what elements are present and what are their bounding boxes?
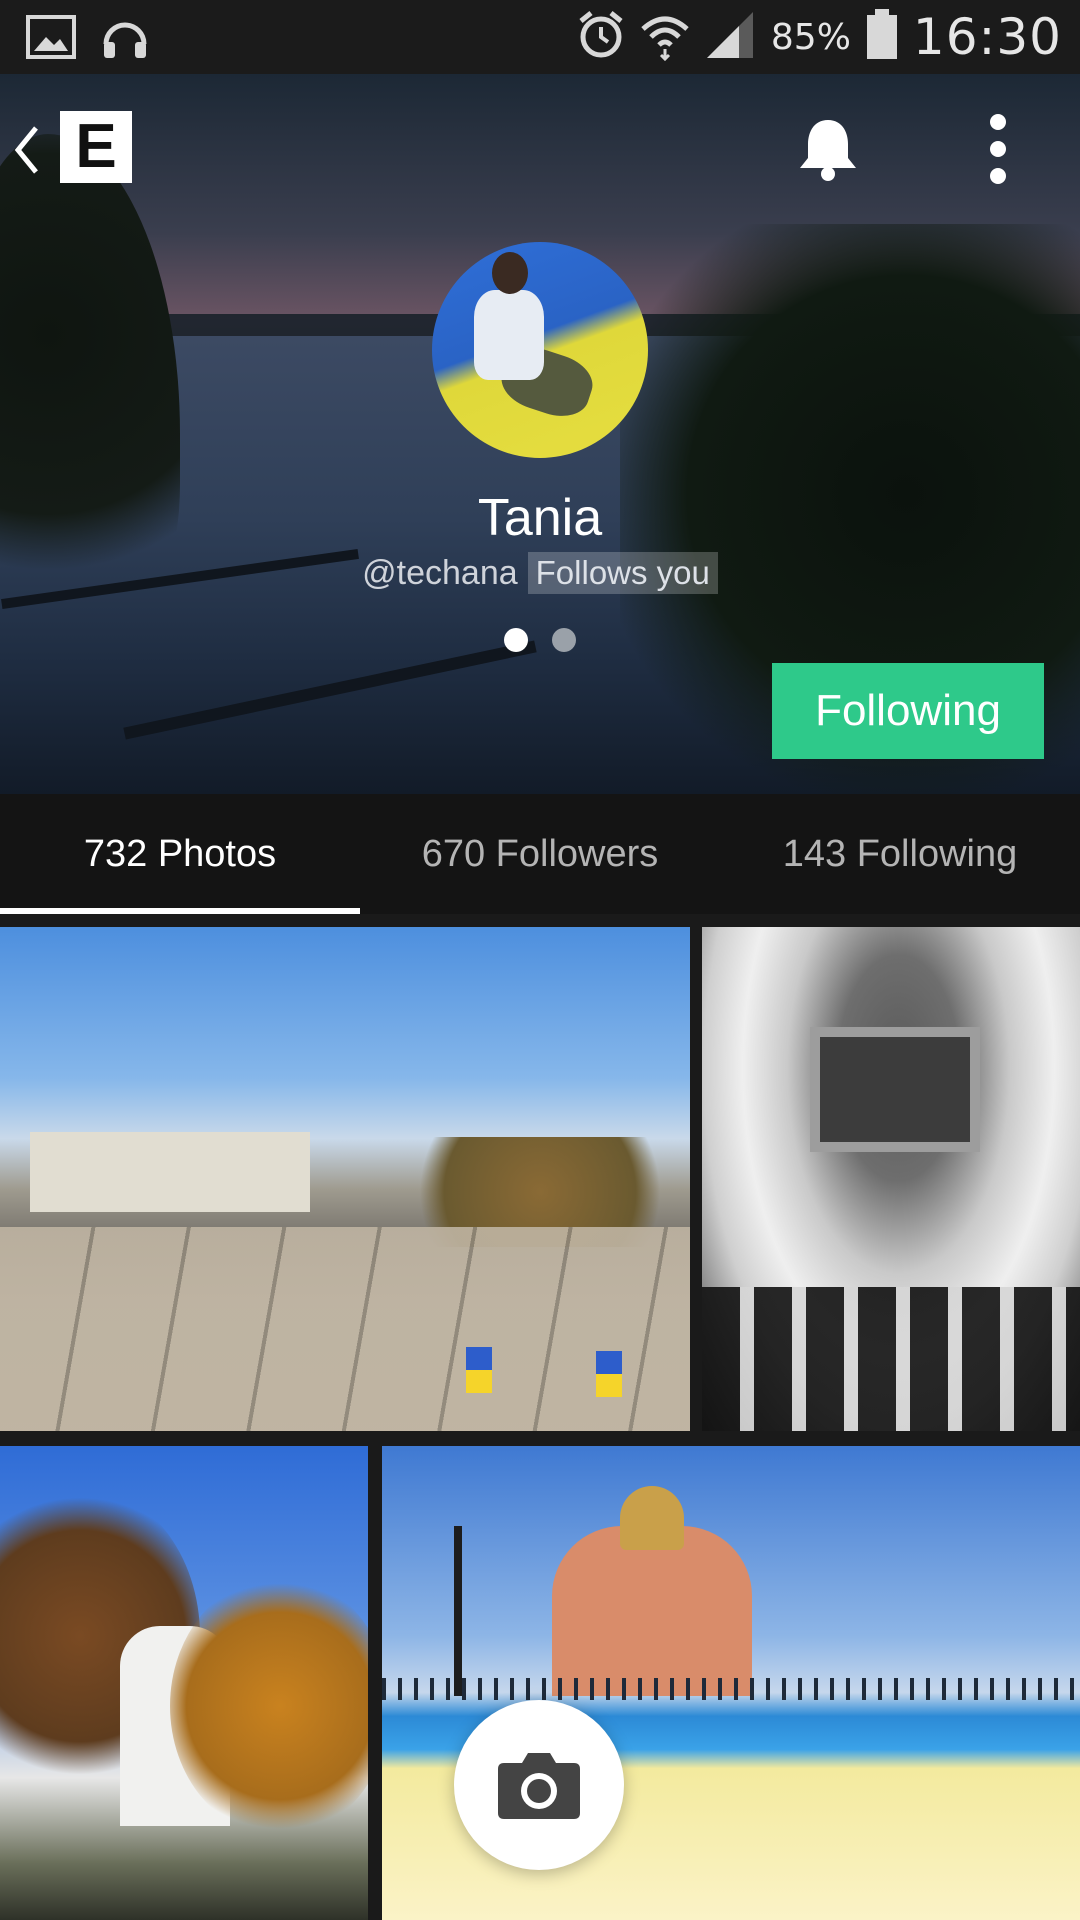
notifications-button[interactable]	[792, 112, 864, 184]
app-logo[interactable]: E	[60, 111, 132, 183]
photo-1-flag-2	[596, 1351, 622, 1397]
photo-4-railing	[382, 1678, 1080, 1700]
header-pager	[0, 628, 1080, 652]
battery-icon	[865, 8, 899, 66]
handle-row: @techana Follows you	[0, 552, 1080, 594]
profile-handle: @techana	[362, 553, 518, 592]
photo-1-buildings	[30, 1132, 310, 1212]
status-bar: 85% 16:30	[0, 0, 1080, 74]
logo-letter: E	[75, 112, 117, 181]
more-options-button[interactable]	[980, 112, 1016, 186]
photo-4-lamp	[454, 1526, 462, 1696]
photo-square-with-flags[interactable]	[0, 927, 690, 1431]
photo-2-bells	[702, 1287, 1080, 1431]
headphones-icon	[100, 14, 150, 65]
camera-icon	[498, 1753, 580, 1819]
tab-followers[interactable]: 670 Followers	[360, 794, 720, 914]
battery-percent: 85%	[770, 16, 851, 58]
signal-icon	[705, 10, 757, 65]
more-vertical-icon	[990, 114, 1006, 184]
avatar-person-head	[492, 252, 528, 294]
photo-2-ceiling	[810, 1027, 980, 1152]
following-button[interactable]: Following	[772, 663, 1044, 759]
profile-name: Tania	[477, 489, 603, 547]
follows-you-badge: Follows you	[527, 552, 718, 594]
photo-cathedral-autumn[interactable]	[0, 1446, 368, 1920]
alarm-icon	[577, 9, 625, 66]
photo-4-church	[552, 1526, 752, 1696]
chevron-left-icon	[14, 126, 38, 174]
avatar[interactable]	[432, 242, 648, 458]
bell-icon	[800, 120, 856, 181]
camera-button[interactable]	[454, 1700, 624, 1870]
avatar-person-body	[474, 290, 544, 380]
photo-4-dome	[620, 1486, 684, 1550]
back-button[interactable]	[8, 120, 48, 180]
pager-dot-2[interactable]	[552, 628, 576, 652]
tab-photos[interactable]: 732 Photos	[0, 794, 360, 914]
photo-1-square	[0, 1227, 690, 1431]
image-icon	[26, 15, 76, 64]
tab-following[interactable]: 143 Following	[720, 794, 1080, 914]
photo-bell-tower[interactable]	[702, 927, 1080, 1431]
profile-tabs: 732 Photos 670 Followers 143 Following	[0, 794, 1080, 914]
wifi-icon	[639, 9, 691, 66]
pager-dot-1[interactable]	[504, 628, 528, 652]
photo-1-flag-1	[466, 1347, 492, 1393]
clock: 16:30	[912, 8, 1062, 66]
